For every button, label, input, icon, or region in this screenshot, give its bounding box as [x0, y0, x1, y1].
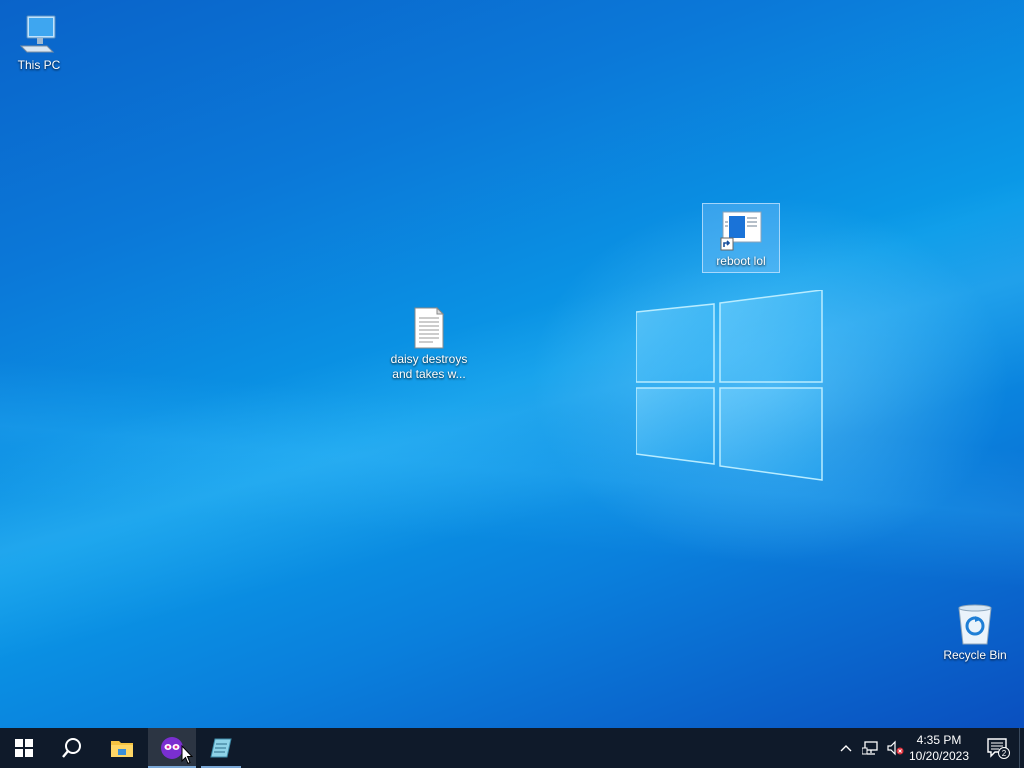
- desktop-icon-label: reboot lol: [716, 254, 766, 268]
- chevron-up-icon: [840, 745, 852, 752]
- desktop-icon-recycle-bin[interactable]: Recycle Bin: [936, 598, 1014, 667]
- taskbar-file-explorer[interactable]: [98, 728, 146, 768]
- search-button[interactable]: [48, 728, 96, 768]
- desktop-icon-label: daisy destroys and takes w...: [390, 352, 468, 381]
- windows-start-icon: [15, 739, 33, 757]
- desktop-icon-label: Recycle Bin: [943, 648, 1007, 662]
- taskbar-clock[interactable]: 4:35 PM 10/20/2023: [900, 728, 978, 768]
- clock-time: 4:35 PM: [916, 733, 962, 747]
- desktop-icon-label: This PC: [17, 58, 61, 72]
- desktop[interactable]: This PC reboot lol daisy destroys and ta…: [0, 0, 1024, 728]
- taskbar: 4:35 PM 10/20/2023 2: [0, 728, 1024, 768]
- notepad-icon: [210, 738, 232, 758]
- text-document-icon: [414, 306, 445, 349]
- mouse-cursor: [181, 745, 193, 765]
- folder-icon: [111, 741, 133, 757]
- notification-count: 2: [1002, 749, 1007, 758]
- recycle-bin-icon: [958, 604, 992, 645]
- tray-network[interactable]: [860, 728, 882, 768]
- search-icon: [62, 738, 81, 758]
- desktop-icon-daisy-file[interactable]: daisy destroys and takes w...: [390, 302, 468, 386]
- action-center-icon: 2: [987, 738, 1010, 759]
- show-desktop-button[interactable]: [1019, 728, 1024, 768]
- desktop-icon-this-pc[interactable]: This PC: [1, 8, 77, 77]
- start-button[interactable]: [0, 728, 48, 768]
- windows-logo: [636, 290, 823, 481]
- wallpaper-light-beam: [0, 0, 1024, 728]
- wallpaper-light-beam: [0, 0, 1024, 728]
- shortcut-app-icon: [720, 211, 762, 251]
- action-center-button[interactable]: 2: [978, 728, 1018, 768]
- clock-date: 10/20/2023: [908, 749, 970, 763]
- computer-icon: [19, 15, 56, 53]
- network-icon: [862, 741, 878, 755]
- tray-overflow-button[interactable]: [836, 728, 856, 768]
- taskbar-app-notepad[interactable]: [197, 728, 245, 768]
- desktop-icon-reboot-lol[interactable]: reboot lol: [702, 203, 780, 273]
